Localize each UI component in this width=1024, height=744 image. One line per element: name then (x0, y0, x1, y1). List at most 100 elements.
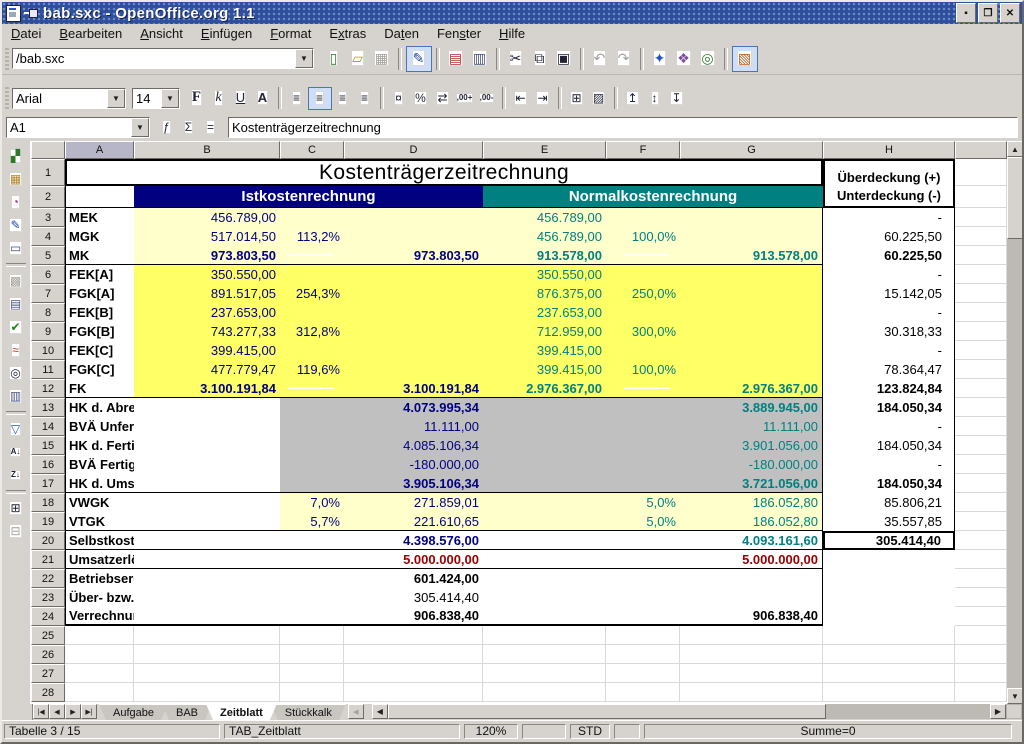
cell-G14[interactable]: 11.111,00 (680, 417, 823, 436)
empty-cell[interactable] (955, 284, 1007, 303)
row-header-4[interactable]: 4 (31, 227, 65, 246)
row-header-26[interactable]: 26 (31, 645, 65, 664)
empty-cell[interactable] (280, 664, 344, 683)
cell-F12[interactable] (606, 379, 680, 398)
data-sources-icon[interactable]: ▥ (4, 385, 28, 408)
empty-cell[interactable] (344, 664, 483, 683)
empty-cell[interactable] (483, 626, 606, 645)
last-sheet-button[interactable]: ▶| (81, 704, 97, 719)
cell-H1-H2[interactable]: Überdeckung (+)Unterdeckung (-) (823, 159, 955, 208)
row-header-25[interactable]: 25 (31, 626, 65, 645)
menu-item-bearbeiten[interactable]: Bearbeiten (50, 25, 131, 42)
number-percent-icon[interactable]: % (410, 88, 432, 109)
empty-cell[interactable] (955, 265, 1007, 284)
cell-C15[interactable] (280, 436, 344, 455)
cell-F11[interactable]: 100,0% (606, 360, 680, 379)
column-header-D[interactable]: D (344, 141, 483, 159)
cell-C16[interactable] (280, 455, 344, 474)
column-header-filler[interactable] (955, 141, 1007, 159)
italic-icon[interactable]: k (208, 88, 230, 109)
cell-B6[interactable]: 350.550,00 (134, 265, 280, 284)
cell-C6[interactable] (280, 265, 344, 284)
find-replace-icon[interactable]: ◎ (4, 362, 28, 385)
empty-cell[interactable] (606, 683, 680, 702)
cell-E19[interactable] (483, 512, 606, 531)
empty-cell[interactable] (344, 683, 483, 702)
empty-cell[interactable] (955, 322, 1007, 341)
cell-E3[interactable]: 456.789,00 (483, 208, 606, 227)
autoformat-icon[interactable]: ▤ (4, 293, 28, 316)
cell-B18[interactable] (134, 493, 280, 512)
cell-F9[interactable]: 300,0% (606, 322, 680, 341)
hyperlink-icon[interactable]: ◎ (696, 47, 720, 71)
cell-G7[interactable] (680, 284, 823, 303)
empty-cell[interactable] (955, 208, 1007, 227)
cell-G21[interactable]: 5.000.000,00 (680, 550, 823, 569)
cell-C3[interactable] (280, 208, 344, 227)
draw-functions-icon[interactable]: ✎ (4, 214, 28, 237)
row-header-16[interactable]: 16 (31, 455, 65, 474)
close-button[interactable]: ✕ (1000, 3, 1020, 23)
cell-B12[interactable]: 3.100.191,84 (134, 379, 280, 398)
menu-item-datei[interactable]: Datei (2, 25, 50, 42)
cell-C4[interactable]: 113,2% (280, 227, 344, 246)
cell-D21[interactable]: 5.000.000,00 (344, 550, 483, 569)
cell-B7[interactable]: 891.517,05 (134, 284, 280, 303)
cell-H13[interactable]: 184.050,34 (823, 398, 955, 417)
cell-D19[interactable]: 221.610,65 (344, 512, 483, 531)
empty-cell[interactable] (955, 246, 1007, 265)
cell-C21[interactable] (280, 550, 344, 569)
cell-C13[interactable] (280, 398, 344, 417)
empty-cell[interactable] (65, 645, 134, 664)
empty-cell[interactable] (955, 227, 1007, 246)
cell-E16[interactable] (483, 455, 606, 474)
cell-E11[interactable]: 399.415,00 (483, 360, 606, 379)
cell-H19[interactable]: 35.557,85 (823, 512, 955, 531)
cell-D5[interactable]: 973.803,50 (344, 246, 483, 265)
cell-H6[interactable]: - (823, 265, 955, 284)
cell-D20[interactable]: 4.398.576,00 (344, 531, 483, 550)
row-header-27[interactable]: 27 (31, 664, 65, 683)
cell-E12[interactable]: 2.976.367,00 (483, 379, 606, 398)
cell-F10[interactable] (606, 341, 680, 360)
insert-object-icon[interactable]: ◔ (4, 191, 28, 214)
url-input[interactable] (13, 51, 295, 67)
row-header-13[interactable]: 13 (31, 398, 65, 417)
empty-cell[interactable] (280, 626, 344, 645)
cell-G24[interactable]: 906.838,40 (680, 607, 823, 626)
empty-cell[interactable] (680, 626, 823, 645)
align-top-icon[interactable]: ↥ (622, 88, 644, 109)
font-name-input[interactable] (13, 90, 107, 106)
open-document-icon[interactable]: ▱ (346, 47, 370, 71)
cell-F7[interactable]: 250,0% (606, 284, 680, 303)
cell-F23[interactable] (606, 588, 680, 607)
cell-H5[interactable]: 60.225,50 (823, 246, 955, 265)
row-header-12[interactable]: 12 (31, 379, 65, 398)
cell-G19[interactable]: 186.052,80 (680, 512, 823, 531)
cell-B20[interactable] (134, 531, 280, 550)
cell-D9[interactable] (344, 322, 483, 341)
cell-B8[interactable]: 237.653,00 (134, 303, 280, 322)
cell-H12[interactable]: 123.824,84 (823, 379, 955, 398)
cell-G9[interactable] (680, 322, 823, 341)
navigator-icon[interactable]: ✦ (648, 47, 672, 71)
cell-H4[interactable]: 60.225,50 (823, 227, 955, 246)
empty-cell[interactable] (680, 683, 823, 702)
cell-F4[interactable]: 100,0% (606, 227, 680, 246)
menu-item-format[interactable]: Format (261, 25, 320, 42)
cell-B19[interactable] (134, 512, 280, 531)
cell-C11[interactable]: 119,6% (280, 360, 344, 379)
empty-cell[interactable] (606, 626, 680, 645)
sheet-tab-zeitblatt[interactable]: Zeitblatt (206, 704, 277, 720)
cell-B21[interactable] (134, 550, 280, 569)
cell-E22[interactable] (483, 569, 606, 588)
auto-spellcheck-icon[interactable]: ≈ (4, 339, 28, 362)
cell-D7[interactable] (344, 284, 483, 303)
empty-cell[interactable] (955, 664, 1007, 683)
menu-item-daten[interactable]: Daten (375, 25, 428, 42)
cell-E9[interactable]: 712.959,00 (483, 322, 606, 341)
cell-F18[interactable]: 5,0% (606, 493, 680, 512)
cell-C5[interactable] (280, 246, 344, 265)
cell-G10[interactable] (680, 341, 823, 360)
cell-G17[interactable]: 3.721.056,00 (680, 474, 823, 493)
